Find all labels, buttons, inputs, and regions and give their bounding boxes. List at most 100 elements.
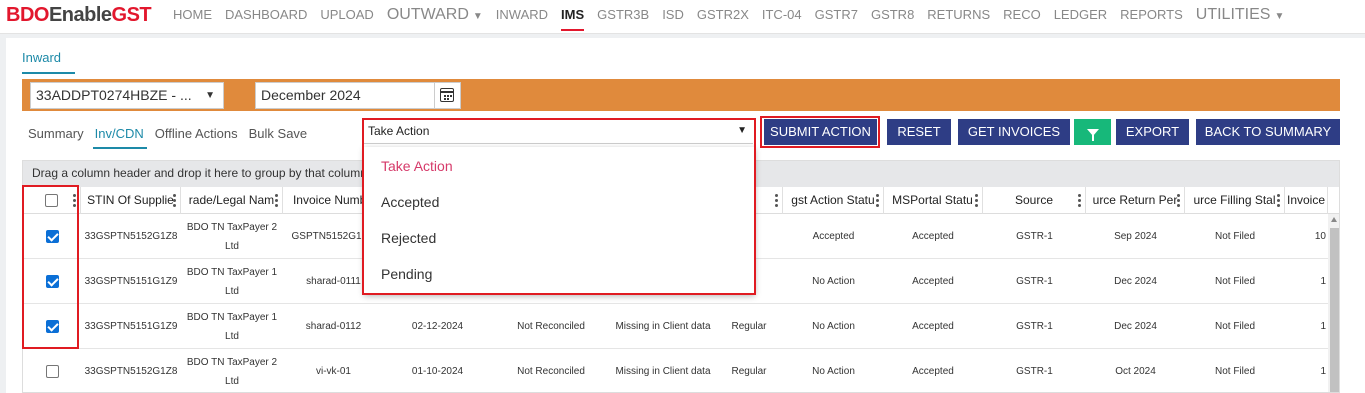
nav-item-gstr7[interactable]: GSTR7 [815,0,858,34]
nav-item-label: ISD [662,7,684,22]
caret-down-icon: ▼ [472,11,483,22]
column-header[interactable]: urce Filling Stal [1185,187,1285,214]
export-button[interactable]: EXPORT [1116,119,1189,145]
table-cell: Missing in Client data [615,366,711,377]
nav-item-returns[interactable]: RETURNS [927,0,990,34]
nav-item-home[interactable]: HOME [173,0,212,34]
period-value: December 2024 [261,87,361,103]
table-cell: 01-10-2024 [411,366,464,377]
column-header[interactable]: rade/Legal Nam [181,187,283,214]
column-header[interactable]: STIN Of Supplie [81,187,181,214]
nav-item-itc-04[interactable]: ITC-04 [762,0,802,34]
table-cell: No Action [812,366,855,377]
logo-enable: Enable [48,4,112,26]
nav-item-label: RETURNS [927,7,991,22]
calendar-icon[interactable] [440,88,454,102]
table-cell: 10 [1314,231,1326,242]
column-menu-icon[interactable] [775,194,778,207]
table-cell: No Action [812,276,855,287]
nav-item-label: REPORTS [1120,7,1183,22]
table-cell: Regular [731,366,767,377]
column-menu-icon[interactable] [1078,194,1081,207]
nav-item-label: DASHBOARD [225,7,308,22]
tab-summary[interactable]: Summary [28,126,84,141]
chevron-down-icon: ▼ [205,90,215,101]
table-cell: Not Filed [1214,321,1255,332]
row-checkbox[interactable] [45,365,59,378]
column-menu-icon[interactable] [876,194,879,207]
reset-button[interactable]: RESET [887,119,951,145]
nav-item-inward[interactable]: INWARD [496,0,548,34]
nav-item-upload[interactable]: UPLOAD [320,0,373,34]
tab-inv-cdn[interactable]: Inv/CDN [92,126,147,149]
scroll-up-icon[interactable] [1331,217,1337,222]
nav-item-gstr8[interactable]: GSTR8 [871,0,914,34]
column-menu-icon[interactable] [975,194,978,207]
period-divider [434,83,435,108]
column-header[interactable]: MSPortal Statu [883,187,983,214]
nav-item-gstr3b[interactable]: GSTR3B [597,0,649,34]
nav-item-gstr2x[interactable]: GSTR2X [697,0,749,34]
table-cell: 1 [1320,276,1326,287]
tab-inward-underline [22,72,75,74]
nav-item-label: OUTWARD [386,6,469,23]
nav-item-ledger[interactable]: LEDGER [1054,0,1107,34]
table-cell: Accepted [912,276,954,287]
nav-item-outward[interactable]: OUTWARD ▼ [387,0,483,34]
tab-inward[interactable]: Inward [22,50,61,65]
nav-menu: HOME DASHBOARD UPLOAD OUTWARD ▼ INWARD IMS GSTR… [173,0,1297,34]
highlight-checkboxes [22,185,79,349]
nav-item-dashboard[interactable]: DASHBOARD [225,0,307,34]
table-cell: Accepted [912,321,954,332]
table-row[interactable]: 33GSPTN5151G1Z9 BDO TN TaxPayer 1 Ltd shar… [23,304,1328,349]
table-cell: Not Filed [1214,366,1255,377]
table-cell: Accepted [912,231,954,242]
nav-item-label: IMS [561,7,585,22]
column-header[interactable]: Invoice [1285,187,1328,214]
highlight-submit-button [760,116,880,148]
tab-offline-actions[interactable]: Offline Actions [155,126,238,141]
gstin-select[interactable]: 33ADDPT0274HBZE - ... ▼ [30,82,224,109]
back-to-summary-button[interactable]: BACK TO SUMMARY [1196,119,1340,145]
column-menu-icon[interactable] [275,194,278,207]
table-cell: 1 [1320,321,1326,332]
nav-item-isd[interactable]: ISD [662,0,684,34]
nav-item-reco[interactable]: RECO [1003,0,1041,34]
get-invoices-button[interactable]: GET INVOICES [958,119,1070,145]
nav-item-label: HOME [173,7,212,22]
filter-icon [1086,129,1099,141]
nav-item-label: GSTR8 [870,7,915,22]
table-cell: 33GSPTN5152G1Z8 [84,231,178,242]
period-picker[interactable]: December 2024 [255,82,461,109]
scroll-thumb[interactable] [1330,228,1339,392]
table-cell: vi-vk-01 [315,366,351,377]
table-cell: BDO TN TaxPayer 1 Ltd [186,266,278,297]
inner-tabs: Summary Inv/CDN Offline Actions Bulk Sav… [28,126,318,149]
logo-bdo: BDO [6,4,49,26]
column-header[interactable]: gst Action Statu [783,187,884,214]
column-menu-icon[interactable] [1177,194,1180,207]
table-cell: Not Filed [1214,276,1255,287]
nav-item-reports[interactable]: REPORTS [1120,0,1183,34]
nav-item-label: ITC-04 [761,7,802,22]
nav-item-ims[interactable]: IMS [561,0,585,34]
filter-button[interactable] [1074,119,1111,145]
nav-item-label: RECO [1003,7,1041,22]
gstin-value: 33ADDPT0274HBZE - ... [36,87,192,103]
app-logo[interactable]: BDOEnableGST [6,4,152,27]
table-cell: Accepted [912,366,954,377]
column-header[interactable]: urce Return Per [1086,187,1185,214]
nav-item-label: GSTR3B [597,7,650,22]
tab-bulk-save[interactable]: Bulk Save [249,126,308,141]
column-header[interactable]: Source [983,187,1086,214]
table-cell: GSTR-1 [1016,231,1053,242]
table-cell: Not Reconciled [517,321,585,332]
table-row[interactable]: 33GSPTN5152G1Z8 BDO TN TaxPayer 2 Ltd vi-v… [23,349,1328,392]
grid-scrollbar[interactable] [1328,214,1339,392]
column-menu-icon[interactable] [1277,194,1280,207]
caret-down-icon: ▼ [1274,11,1285,22]
table-cell: Regular [731,321,767,332]
column-menu-icon[interactable] [173,194,176,207]
table-cell: 33GSPTN5152G1Z8 [84,366,178,377]
nav-item-utilities[interactable]: UTILITIES ▼ [1196,0,1285,34]
